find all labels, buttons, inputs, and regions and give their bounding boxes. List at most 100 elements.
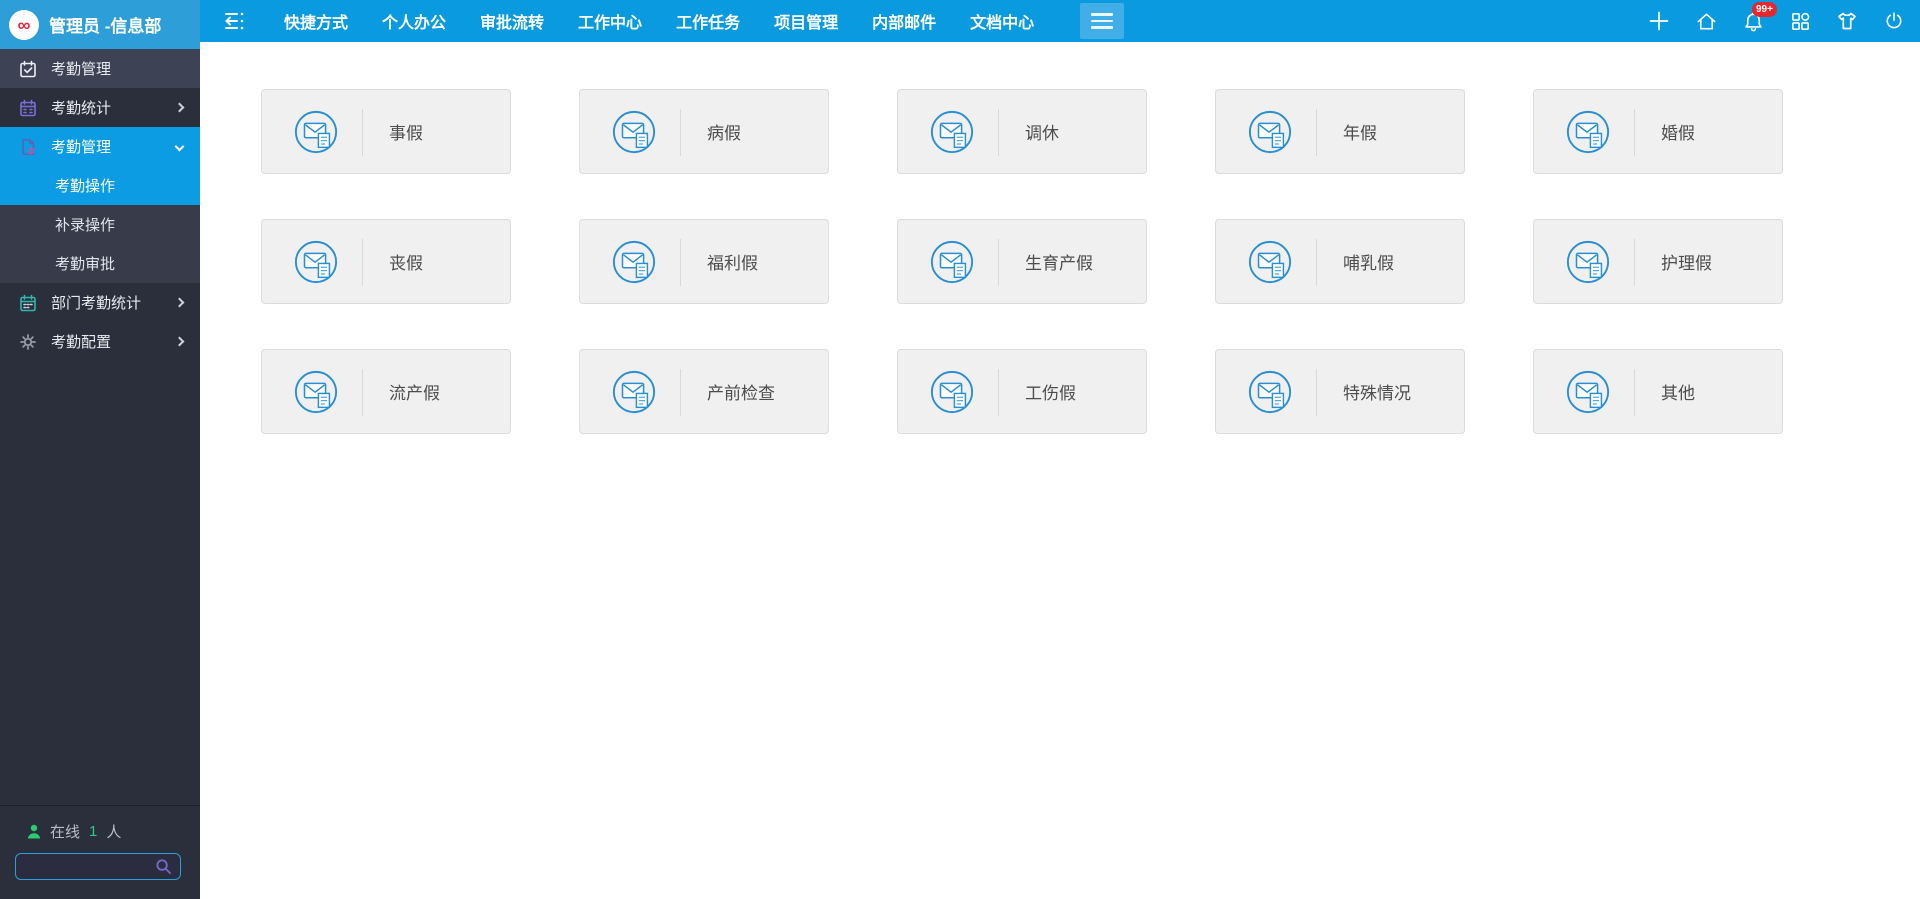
leave-card-流产假[interactable]: 流产假 xyxy=(261,349,511,434)
sidebar-menu: 考勤管理 考勤统计 考勤管理 考勤操作 补录操作 考勤审批 部门考勤统计 考勤配置 xyxy=(0,49,200,361)
calendar-stats-icon xyxy=(18,293,38,313)
card-label: 事假 xyxy=(389,124,423,143)
chevron-right-icon xyxy=(174,297,185,308)
chevron-right-icon xyxy=(174,336,185,347)
mail-document-icon xyxy=(1565,239,1611,290)
chevron-down-icon xyxy=(174,141,185,152)
mail-document-icon xyxy=(929,239,975,290)
card-label: 工伤假 xyxy=(1025,384,1076,403)
card-label: 调休 xyxy=(1025,124,1059,143)
calendar-check-icon xyxy=(18,59,38,79)
online-label: 在线 xyxy=(50,824,81,841)
leave-card-哺乳假[interactable]: 哺乳假 xyxy=(1215,219,1465,304)
sidebar-collapse-icon[interactable] xyxy=(222,10,246,32)
leave-card-丧假[interactable]: 丧假 xyxy=(261,219,511,304)
card-divider xyxy=(680,239,681,286)
card-divider xyxy=(1634,109,1635,156)
sidebar-item-label: 考勤配置 xyxy=(51,334,112,351)
leave-card-其他[interactable]: 其他 xyxy=(1533,349,1783,434)
mail-document-icon xyxy=(929,109,975,160)
sidebar-item-部门考勤统计[interactable]: 部门考勤统计 xyxy=(0,283,200,322)
sidebar-item-label: 考勤管理 xyxy=(51,61,112,78)
sidebar-item-考勤管理[interactable]: 考勤管理 xyxy=(0,127,200,166)
plus-icon[interactable] xyxy=(1647,9,1671,33)
card-divider xyxy=(680,369,681,416)
sidebar-subitem-考勤操作[interactable]: 考勤操作 xyxy=(0,166,200,205)
leave-card-年假[interactable]: 年假 xyxy=(1215,89,1465,174)
power-icon[interactable] xyxy=(1882,9,1906,33)
sidebar-item-label: 考勤统计 xyxy=(51,100,112,117)
card-label: 病假 xyxy=(707,124,741,143)
mail-document-icon xyxy=(293,239,339,290)
mail-document-icon xyxy=(611,109,657,160)
leave-card-产前检查[interactable]: 产前检查 xyxy=(579,349,829,434)
topbar-action-icons: 99+ xyxy=(1647,0,1906,42)
leave-card-婚假[interactable]: 婚假 xyxy=(1533,89,1783,174)
home-icon[interactable] xyxy=(1694,9,1718,33)
person-icon xyxy=(28,824,40,839)
top-navigation: 快捷方式 个人办公 审批流转 工作中心 工作任务 项目管理 内部邮件 文档中心 99+ xyxy=(200,0,1920,42)
sidebar-subitem-补录操作[interactable]: 补录操作 xyxy=(0,205,200,244)
card-label: 生育产假 xyxy=(1025,254,1093,273)
logo-block: ∞ 管理员 -信息部 xyxy=(0,0,200,49)
top-nav-item-3[interactable]: 审批流转 xyxy=(480,9,544,33)
online-status: 在线 1 人 xyxy=(27,821,200,842)
top-nav-item-7[interactable]: 内部邮件 xyxy=(872,9,936,33)
sidebar-item-label: 部门考勤统计 xyxy=(51,295,142,312)
leave-card-特殊情况[interactable]: 特殊情况 xyxy=(1215,349,1465,434)
card-label: 流产假 xyxy=(389,384,440,403)
card-divider xyxy=(1316,369,1317,416)
card-label: 丧假 xyxy=(389,254,423,273)
leave-card-调休[interactable]: 调休 xyxy=(897,89,1147,174)
card-label: 哺乳假 xyxy=(1343,254,1394,273)
sidebar: 考勤管理 考勤统计 考勤管理 考勤操作 补录操作 考勤审批 部门考勤统计 考勤配置 在线 1 人 xyxy=(0,49,200,899)
card-divider xyxy=(998,109,999,156)
mail-document-icon xyxy=(929,369,975,420)
apps-icon[interactable] xyxy=(1788,9,1812,33)
leave-card-病假[interactable]: 病假 xyxy=(579,89,829,174)
top-nav-item-2[interactable]: 个人办公 xyxy=(382,9,446,33)
sidebar-subitem-考勤审批[interactable]: 考勤审批 xyxy=(0,244,200,283)
sidebar-submenu: 考勤操作补录操作考勤审批 xyxy=(0,166,200,283)
card-label: 婚假 xyxy=(1661,124,1695,143)
mail-document-icon xyxy=(611,369,657,420)
notification-badge: 99+ xyxy=(1752,2,1777,17)
chevron-right-icon xyxy=(174,102,185,113)
online-unit: 人 xyxy=(106,824,122,841)
sidebar-subitem-label: 考勤操作 xyxy=(55,178,116,195)
more-menu-button[interactable] xyxy=(1080,3,1125,39)
gear-icon xyxy=(18,332,38,352)
sidebar-item-label: 考勤管理 xyxy=(51,139,112,156)
mail-document-icon xyxy=(1247,369,1293,420)
card-label: 年假 xyxy=(1343,124,1377,143)
top-nav-item-5[interactable]: 工作任务 xyxy=(676,9,740,33)
sidebar-item-考勤配置[interactable]: 考勤配置 xyxy=(0,322,200,361)
mail-document-icon xyxy=(293,369,339,420)
menu-bar xyxy=(1091,13,1114,16)
calendar-icon xyxy=(18,98,38,118)
theme-shirt-icon[interactable] xyxy=(1835,9,1859,33)
sidebar-item-考勤统计[interactable]: 考勤统计 xyxy=(0,88,200,127)
top-nav-item-8[interactable]: 文档中心 xyxy=(970,9,1034,33)
top-nav-items: 快捷方式 个人办公 审批流转 工作中心 工作任务 项目管理 内部邮件 文档中心 xyxy=(284,9,1034,33)
menu-bar xyxy=(1091,26,1114,29)
sidebar-subitem-label: 补录操作 xyxy=(55,217,116,234)
card-label: 护理假 xyxy=(1661,254,1712,273)
top-nav-item-6[interactable]: 项目管理 xyxy=(774,9,838,33)
top-nav-item-1[interactable]: 快捷方式 xyxy=(284,9,348,33)
search-icon[interactable] xyxy=(155,858,172,875)
sidebar-subitem-label: 考勤审批 xyxy=(55,256,116,273)
leave-card-工伤假[interactable]: 工伤假 xyxy=(897,349,1147,434)
file-icon xyxy=(18,137,38,157)
card-divider xyxy=(362,109,363,156)
leave-card-护理假[interactable]: 护理假 xyxy=(1533,219,1783,304)
card-divider xyxy=(1316,109,1317,156)
top-nav-item-4[interactable]: 工作中心 xyxy=(578,9,642,33)
sidebar-search xyxy=(15,853,181,880)
mail-document-icon xyxy=(1247,239,1293,290)
leave-card-事假[interactable]: 事假 xyxy=(261,89,511,174)
bell-icon[interactable]: 99+ xyxy=(1741,2,1777,33)
leave-card-福利假[interactable]: 福利假 xyxy=(579,219,829,304)
leave-card-生育产假[interactable]: 生育产假 xyxy=(897,219,1147,304)
sidebar-item-考勤管理[interactable]: 考勤管理 xyxy=(0,49,200,88)
